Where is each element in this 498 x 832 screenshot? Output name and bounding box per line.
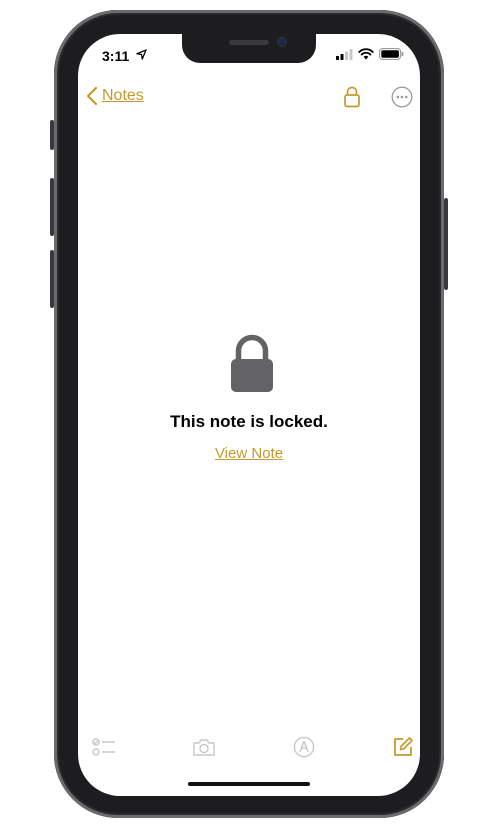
side-button <box>444 198 448 290</box>
checklist-icon[interactable] <box>92 736 116 758</box>
locked-message: This note is locked. <box>170 412 328 431</box>
lock-icon[interactable] <box>344 86 360 108</box>
front-camera <box>278 38 286 46</box>
cellular-signal-icon <box>336 48 353 60</box>
silent-switch <box>50 120 54 150</box>
location-arrow-icon <box>136 49 147 60</box>
locked-note-lock-icon <box>231 334 273 392</box>
chevron-left-icon <box>86 86 98 106</box>
compose-icon[interactable] <box>392 736 414 758</box>
wifi-icon <box>358 48 374 60</box>
home-indicator[interactable] <box>188 782 310 786</box>
pen-circle-icon[interactable] <box>293 736 315 758</box>
phone-screen: 3:11 Notes This note is locked. View Not… <box>78 34 420 796</box>
notch <box>182 34 316 63</box>
status-time: 3:11 <box>102 48 130 64</box>
back-button-label: Notes <box>102 87 144 104</box>
speaker <box>229 40 269 45</box>
battery-icon <box>379 48 404 60</box>
view-note-link[interactable]: View Note <box>78 445 420 462</box>
back-button[interactable]: Notes <box>86 86 144 106</box>
camera-icon[interactable] <box>192 736 216 758</box>
volume-up-button <box>50 178 54 236</box>
volume-down-button <box>50 250 54 308</box>
status-indicators <box>336 48 404 60</box>
ellipsis-circle-icon[interactable] <box>391 86 413 108</box>
